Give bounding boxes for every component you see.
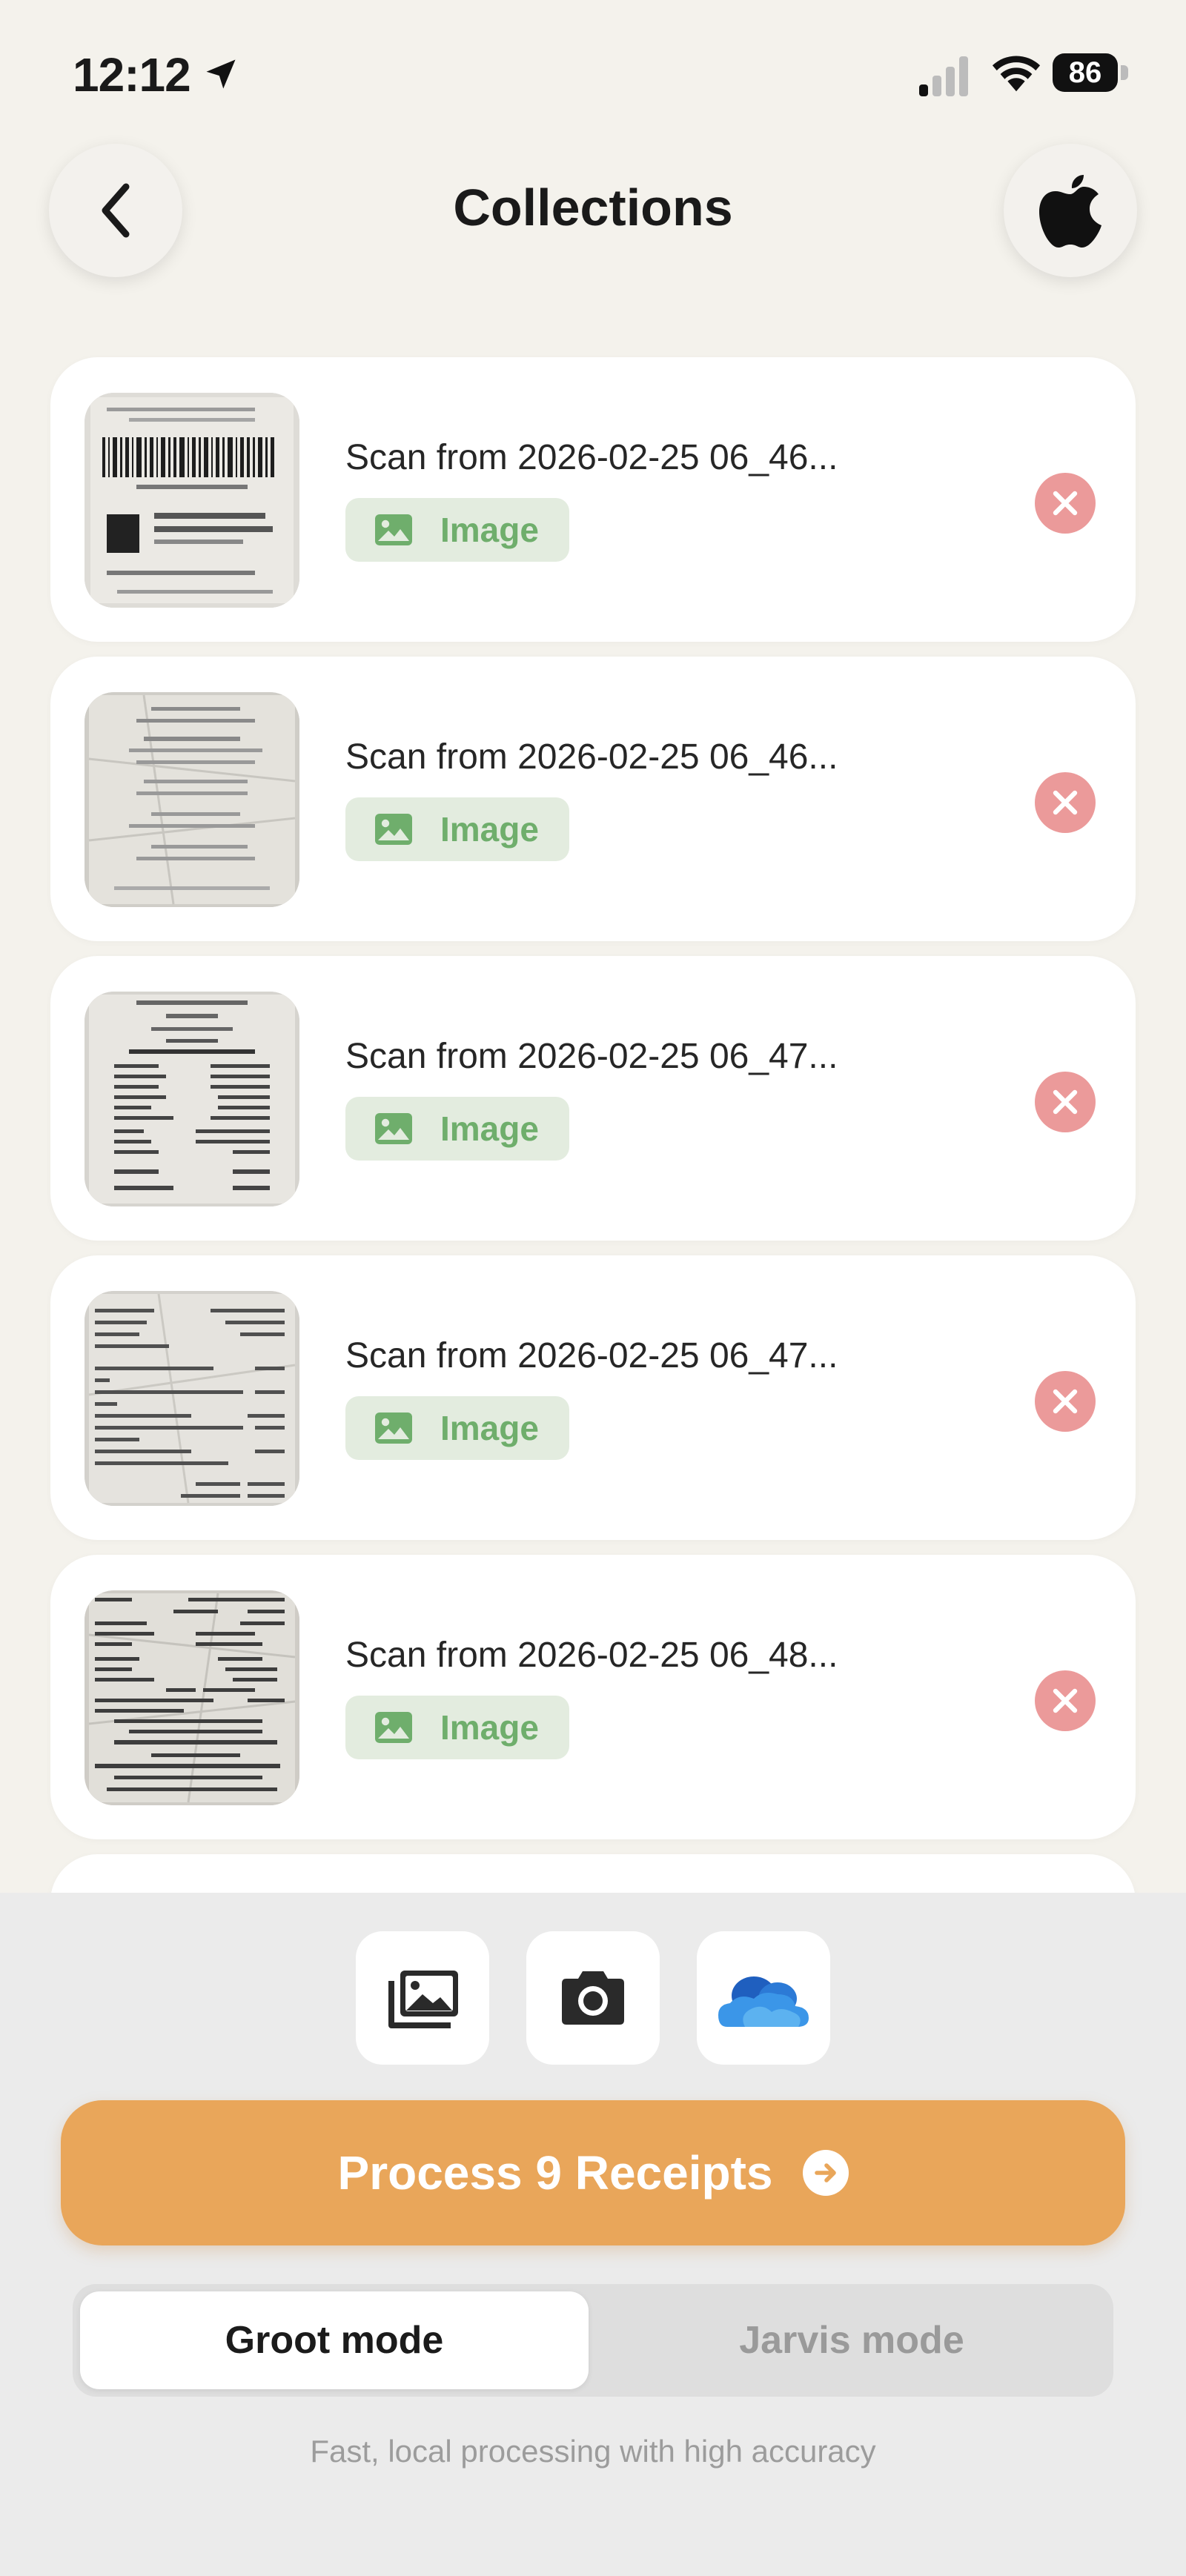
groot-mode-option[interactable]: Groot mode xyxy=(80,2291,589,2389)
item-title: Scan from 2026-02-25 06_47... xyxy=(345,1336,838,1375)
remove-item-button[interactable] xyxy=(1035,1072,1096,1132)
arrow-right-icon xyxy=(802,2150,849,2196)
remove-item-button[interactable] xyxy=(1035,1670,1096,1731)
apple-logo-icon xyxy=(1039,175,1101,248)
receipt-thumbnail xyxy=(85,393,299,608)
location-arrow-icon xyxy=(206,59,236,89)
item-title: Scan from 2026-02-25 06_46... xyxy=(345,438,838,477)
camera-button[interactable] xyxy=(526,1931,660,2065)
bottom-action-panel: Process 9 Receipts Groot mode Jarvis mod… xyxy=(0,1893,1186,2576)
badge-label: Image xyxy=(440,810,539,849)
image-type-badge: Image xyxy=(345,797,569,861)
receipt-thumbnail xyxy=(85,1291,299,1506)
wifi-icon xyxy=(992,56,1041,92)
receipt-thumbnail xyxy=(85,1590,299,1805)
close-icon xyxy=(1053,790,1078,815)
item-title: Scan from 2026-02-25 06_46... xyxy=(345,737,838,777)
list-item[interactable]: Scan from 2026-02-25 06_47... Image xyxy=(50,956,1136,1241)
gallery-button[interactable] xyxy=(356,1931,489,2065)
item-title: Scan from 2026-02-25 06_47... xyxy=(345,1037,838,1076)
list-item[interactable]: Scan from 2026-02-25 06_46... Image xyxy=(50,357,1136,642)
mode-description: Fast, local processing with high accurac… xyxy=(310,2434,876,2469)
status-time: 12:12 xyxy=(73,48,191,102)
status-bar: 12:12 86 xyxy=(0,0,1186,141)
item-title: Scan from 2026-02-25 06_48... xyxy=(345,1636,838,1675)
list-item[interactable]: Scan from 2026-02-25 06_48... Image xyxy=(50,1555,1136,1839)
camera-icon xyxy=(562,1971,624,2025)
image-icon xyxy=(375,1712,412,1743)
list-item[interactable]: Scan from 2026-02-25 06_46... Image xyxy=(50,657,1136,941)
gallery-icon xyxy=(388,1971,458,2028)
receipt-thumbnail xyxy=(85,692,299,907)
image-icon xyxy=(375,514,412,545)
battery-cap xyxy=(1121,65,1128,80)
close-icon xyxy=(1053,1688,1078,1713)
badge-label: Image xyxy=(440,1109,539,1148)
remove-item-button[interactable] xyxy=(1035,473,1096,534)
mode-toggle: Groot mode Jarvis mode xyxy=(73,2284,1113,2397)
process-button-label: Process 9 Receipts xyxy=(337,2146,773,2200)
badge-label: Image xyxy=(440,1708,539,1747)
onedrive-button[interactable] xyxy=(697,1931,830,2065)
close-icon xyxy=(1053,1089,1078,1115)
close-icon xyxy=(1053,1389,1078,1414)
image-type-badge: Image xyxy=(345,1696,569,1759)
image-icon xyxy=(375,814,412,845)
remove-item-button[interactable] xyxy=(1035,772,1096,833)
jarvis-mode-option[interactable]: Jarvis mode xyxy=(597,2291,1106,2389)
battery-indicator: 86 xyxy=(1053,53,1130,95)
list-item[interactable]: Scan from 2026-02-25 06_47... Image xyxy=(50,1255,1136,1540)
onedrive-icon xyxy=(718,1976,809,2027)
image-type-badge: Image xyxy=(345,1097,569,1161)
badge-label: Image xyxy=(440,1409,539,1447)
image-icon xyxy=(375,1113,412,1144)
remove-item-button[interactable] xyxy=(1035,1371,1096,1432)
badge-label: Image xyxy=(440,511,539,549)
process-receipts-button[interactable]: Process 9 Receipts xyxy=(61,2100,1125,2245)
battery-level: 86 xyxy=(1053,53,1118,92)
image-type-badge: Image xyxy=(345,498,569,562)
image-type-badge: Image xyxy=(345,1396,569,1460)
cell-signal-icon xyxy=(919,56,968,96)
apple-account-button[interactable] xyxy=(1004,144,1137,277)
image-icon xyxy=(375,1413,412,1444)
close-icon xyxy=(1053,491,1078,516)
receipt-thumbnail xyxy=(85,992,299,1206)
